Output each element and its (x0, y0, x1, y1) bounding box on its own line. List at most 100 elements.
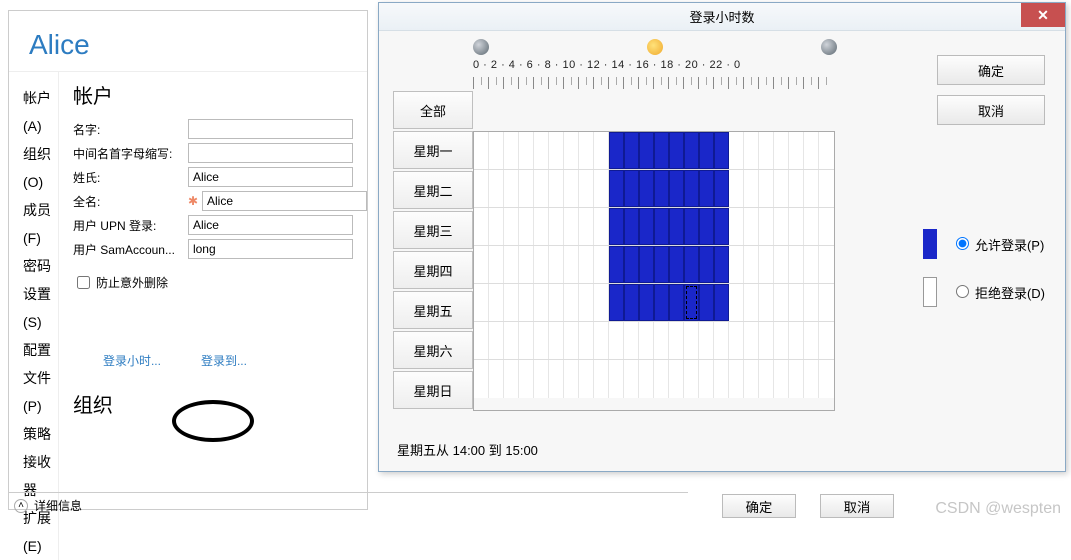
hour-cell[interactable] (654, 132, 669, 169)
hour-cell[interactable] (669, 284, 684, 321)
hour-cell[interactable] (474, 284, 489, 321)
hour-cell[interactable] (489, 132, 504, 169)
hour-cell[interactable] (474, 170, 489, 207)
hour-cell[interactable] (504, 132, 519, 169)
hour-cell[interactable] (474, 322, 489, 359)
hour-cell[interactable] (684, 360, 699, 398)
hour-cell[interactable] (819, 208, 834, 245)
logon-to-link[interactable]: 登录到... (201, 352, 247, 369)
hour-cell[interactable] (534, 322, 549, 359)
hour-cell[interactable] (564, 170, 579, 207)
bg-cancel-button[interactable]: 取消 (820, 494, 894, 518)
hour-cell[interactable] (549, 360, 564, 398)
hour-cell[interactable] (789, 132, 804, 169)
hour-cell[interactable] (699, 360, 714, 398)
hour-cell[interactable] (624, 208, 639, 245)
hour-cell[interactable] (669, 170, 684, 207)
hour-cell[interactable] (684, 284, 699, 321)
hour-cell[interactable] (789, 322, 804, 359)
hour-cell[interactable] (594, 246, 609, 283)
hour-cell[interactable] (609, 284, 624, 321)
hour-cell[interactable] (624, 246, 639, 283)
hour-cell[interactable] (669, 246, 684, 283)
hour-cell[interactable] (639, 170, 654, 207)
hour-cell[interactable] (474, 360, 489, 398)
bg-ok-button[interactable]: 确定 (722, 494, 796, 518)
hour-cell[interactable] (579, 284, 594, 321)
hour-cell[interactable] (789, 208, 804, 245)
hour-cell[interactable] (609, 360, 624, 398)
logon-hours-link[interactable]: 登录小时... (103, 352, 161, 369)
hour-cell[interactable] (744, 208, 759, 245)
protect-checkbox[interactable] (77, 276, 90, 289)
hour-cell[interactable] (549, 208, 564, 245)
hour-cell[interactable] (534, 170, 549, 207)
hour-cell[interactable] (579, 170, 594, 207)
hour-cell[interactable] (474, 132, 489, 169)
hour-cell[interactable] (759, 322, 774, 359)
hour-cell[interactable] (819, 246, 834, 283)
hour-cell[interactable] (819, 170, 834, 207)
hour-cell[interactable] (564, 132, 579, 169)
hour-cell[interactable] (489, 208, 504, 245)
hour-cell[interactable] (774, 322, 789, 359)
hour-cell[interactable] (669, 360, 684, 398)
hour-cell[interactable] (669, 322, 684, 359)
hour-cell[interactable] (579, 246, 594, 283)
hour-cell[interactable] (699, 322, 714, 359)
hour-cell[interactable] (489, 246, 504, 283)
hour-cell[interactable] (534, 208, 549, 245)
hour-cell[interactable] (819, 322, 834, 359)
sam-input[interactable] (188, 239, 353, 259)
hour-cell[interactable] (759, 284, 774, 321)
hour-cell[interactable] (774, 284, 789, 321)
hour-cell[interactable] (594, 208, 609, 245)
cancel-button[interactable]: 取消 (937, 95, 1045, 125)
hours-grid[interactable] (473, 131, 835, 411)
hour-cell[interactable] (789, 284, 804, 321)
hour-cell[interactable] (504, 246, 519, 283)
hour-cell[interactable] (699, 208, 714, 245)
hour-cell[interactable] (759, 132, 774, 169)
hour-cell[interactable] (729, 208, 744, 245)
hour-cell[interactable] (594, 360, 609, 398)
hour-cell[interactable] (594, 170, 609, 207)
hour-cell[interactable] (789, 246, 804, 283)
hour-cell[interactable] (699, 170, 714, 207)
hour-cell[interactable] (744, 322, 759, 359)
nav-item-profile[interactable]: 配置文件(P) (23, 336, 58, 420)
hour-cell[interactable] (714, 284, 729, 321)
hour-cell[interactable] (519, 170, 534, 207)
hour-cell[interactable] (579, 360, 594, 398)
hour-cell[interactable] (519, 284, 534, 321)
hour-cell[interactable] (744, 284, 759, 321)
hour-cell[interactable] (714, 170, 729, 207)
ok-button[interactable]: 确定 (937, 55, 1045, 85)
day-thu[interactable]: 星期四 (393, 251, 473, 289)
hour-cell[interactable] (564, 322, 579, 359)
hour-cell[interactable] (684, 132, 699, 169)
hour-cell[interactable] (624, 284, 639, 321)
hour-cell[interactable] (534, 246, 549, 283)
upn-input[interactable] (188, 215, 353, 235)
hour-cell[interactable] (684, 208, 699, 245)
hour-cell[interactable] (804, 170, 819, 207)
hour-cell[interactable] (609, 170, 624, 207)
hour-cell[interactable] (744, 132, 759, 169)
hour-cell[interactable] (489, 284, 504, 321)
hour-cell[interactable] (774, 360, 789, 398)
first-name-input[interactable] (188, 119, 353, 139)
hour-cell[interactable] (684, 246, 699, 283)
hour-cell[interactable] (474, 246, 489, 283)
hour-cell[interactable] (579, 208, 594, 245)
day-sun[interactable]: 星期日 (393, 371, 473, 409)
full-name-input[interactable] (202, 191, 367, 211)
hour-cell[interactable] (564, 360, 579, 398)
hour-cell[interactable] (519, 322, 534, 359)
hour-cell[interactable] (729, 132, 744, 169)
hour-cell[interactable] (579, 132, 594, 169)
hour-cell[interactable] (699, 132, 714, 169)
hour-cell[interactable] (609, 132, 624, 169)
expand-icon[interactable]: ˄ (14, 499, 28, 513)
hour-cell[interactable] (609, 322, 624, 359)
